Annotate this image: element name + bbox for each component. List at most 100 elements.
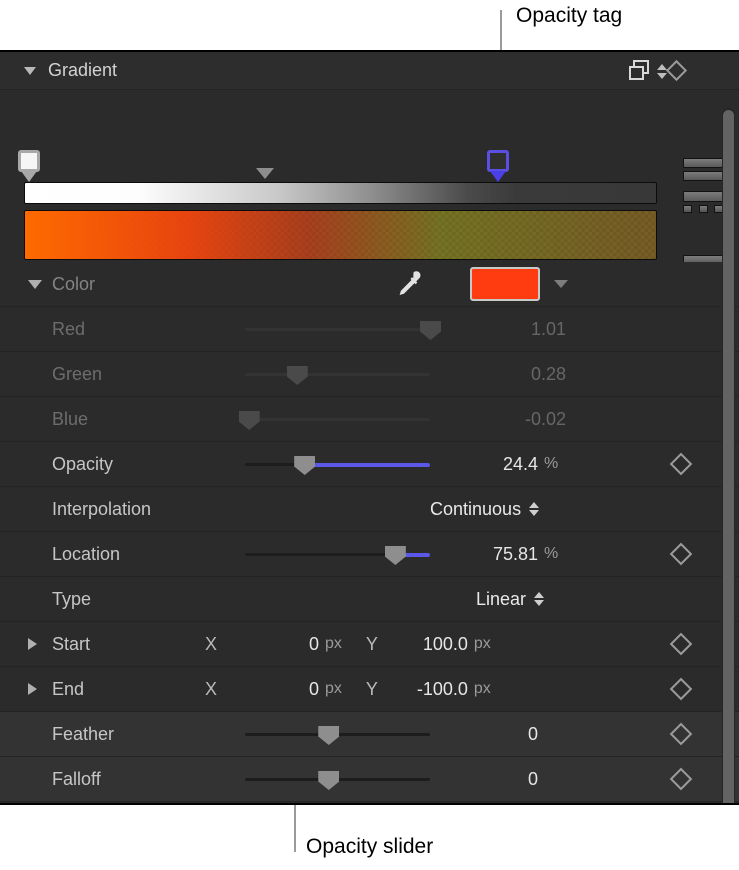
row-label-type: Type [0, 589, 240, 610]
row-label-green: Green [0, 364, 240, 385]
screenshot-root: Opacity tag Opacity slider Gradient [0, 0, 739, 870]
opacity-keyframe-diamond-icon[interactable] [670, 453, 693, 476]
end-x-axis-label: X [205, 679, 231, 700]
location-value[interactable]: 75.81 [438, 544, 538, 565]
blue-value[interactable]: -0.02 [438, 409, 566, 430]
falloff-slider[interactable] [245, 769, 430, 789]
falloff-value[interactable]: 0 [438, 769, 538, 790]
row-end[interactable]: End X 0 px Y -100.0 px [0, 667, 739, 712]
start-keyframe-diamond-icon[interactable] [670, 633, 693, 656]
gradient-section-title: Gradient [48, 60, 117, 81]
row-label-opacity: Opacity [0, 454, 240, 475]
gradient-section-header[interactable]: Gradient [0, 52, 739, 90]
chevron-down-icon [657, 73, 667, 79]
type-value: Linear [476, 589, 526, 610]
gradient-preview-strip [24, 210, 657, 260]
feather-slider[interactable] [245, 724, 430, 744]
gradient-disclosure-triangle-down-icon[interactable] [24, 67, 36, 75]
end-x-unit: px [325, 680, 342, 698]
opacity-tag-start[interactable] [18, 150, 40, 182]
gradient-inspector-panel: Gradient [0, 50, 739, 805]
opacity-tag-box [487, 150, 509, 172]
opacity-tag-pointer-icon [490, 171, 506, 182]
blue-slider[interactable] [245, 409, 430, 429]
popup-updown-icon [529, 502, 539, 516]
color-swatch-button[interactable] [470, 267, 540, 301]
row-color[interactable]: Color [0, 262, 739, 307]
start-y-axis-label: Y [366, 634, 392, 655]
callout-opacity-tag-label: Opacity tag [516, 4, 622, 28]
row-blue[interactable]: Blue -0.02 [0, 397, 739, 442]
interpolation-value: Continuous [430, 499, 521, 520]
row-label-blue: Blue [0, 409, 240, 430]
start-x-field[interactable]: X 0 px [205, 634, 342, 655]
even-spread-button[interactable] [683, 158, 723, 184]
row-label-interpolation: Interpolation [0, 499, 240, 520]
green-slider-handle[interactable] [287, 366, 308, 385]
end-y-unit: px [474, 680, 491, 698]
distribute-tags-button[interactable] [683, 191, 723, 213]
row-start[interactable]: Start X 0 px Y 100.0 px [0, 622, 739, 667]
interpolation-popup-button[interactable]: Continuous [430, 499, 539, 520]
end-keyframe-diamond-icon[interactable] [670, 678, 693, 701]
falloff-slider-handle[interactable] [318, 771, 339, 790]
start-disclosure-triangle-right-icon[interactable] [28, 638, 37, 650]
row-type[interactable]: Type Linear [0, 577, 739, 622]
vertical-scrollbar[interactable] [722, 108, 735, 805]
opacity-gradient-strip[interactable] [24, 182, 657, 204]
row-green[interactable]: Green 0.28 [0, 352, 739, 397]
end-y-field[interactable]: Y -100.0 px [366, 679, 491, 700]
end-disclosure-triangle-right-icon[interactable] [28, 683, 37, 695]
blue-slider-handle[interactable] [239, 411, 260, 430]
end-y-value[interactable]: -100.0 [392, 679, 468, 700]
start-y-value[interactable]: 100.0 [392, 634, 468, 655]
feather-keyframe-diamond-icon[interactable] [670, 723, 693, 746]
red-value[interactable]: 1.01 [438, 319, 566, 340]
end-x-value[interactable]: 0 [231, 679, 319, 700]
row-label-falloff: Falloff [0, 769, 240, 790]
falloff-keyframe-diamond-icon[interactable] [670, 768, 693, 791]
opacity-slider-handle[interactable] [294, 456, 315, 475]
row-location[interactable]: Location 75.81 % [0, 532, 739, 577]
feather-slider-handle[interactable] [318, 726, 339, 745]
row-red[interactable]: Red 1.01 [0, 307, 739, 352]
chevron-up-icon [657, 64, 667, 70]
opacity-unit: % [544, 455, 558, 473]
start-y-field[interactable]: Y 100.0 px [366, 634, 491, 655]
location-keyframe-diamond-icon[interactable] [670, 543, 693, 566]
green-value[interactable]: 0.28 [438, 364, 566, 385]
callout-opacity-slider-label: Opacity slider [306, 835, 433, 859]
eyedropper-icon[interactable] [392, 269, 422, 299]
start-y-unit: px [474, 635, 491, 653]
opacity-tag-pointer-icon [21, 171, 37, 182]
end-x-field[interactable]: X 0 px [205, 679, 342, 700]
row-opacity[interactable]: Opacity 24.4 % [0, 442, 739, 487]
gradient-preset-icon[interactable] [629, 60, 651, 82]
location-slider[interactable] [245, 544, 430, 564]
green-slider[interactable] [245, 364, 430, 384]
opacity-slider[interactable] [245, 454, 430, 474]
opacity-value[interactable]: 24.4 [438, 454, 538, 475]
opacity-tag-pointer-icon [256, 168, 274, 179]
row-feather[interactable]: Feather 0 [0, 712, 739, 757]
start-x-value[interactable]: 0 [231, 634, 319, 655]
row-interpolation[interactable]: Interpolation Continuous [0, 487, 739, 532]
location-unit: % [544, 545, 558, 563]
opacity-tag-box [18, 150, 40, 172]
location-slider-handle[interactable] [385, 546, 406, 565]
red-slider[interactable] [245, 319, 430, 339]
opacity-tag-tools [683, 158, 723, 213]
start-x-axis-label: X [205, 634, 231, 655]
gradient-editor[interactable] [0, 90, 739, 262]
color-disclosure-triangle-down-icon[interactable] [28, 280, 42, 289]
scrollbar-thumb[interactable] [723, 110, 734, 805]
type-popup-button[interactable]: Linear [476, 589, 544, 610]
row-label-feather: Feather [0, 724, 240, 745]
start-x-unit: px [325, 635, 342, 653]
end-y-axis-label: Y [366, 679, 392, 700]
color-chevron-down-icon[interactable] [554, 280, 568, 288]
feather-value[interactable]: 0 [438, 724, 538, 745]
opacity-tag-mid[interactable] [256, 168, 274, 179]
opacity-tag-selected[interactable] [487, 150, 509, 182]
row-falloff[interactable]: Falloff 0 [0, 757, 739, 802]
